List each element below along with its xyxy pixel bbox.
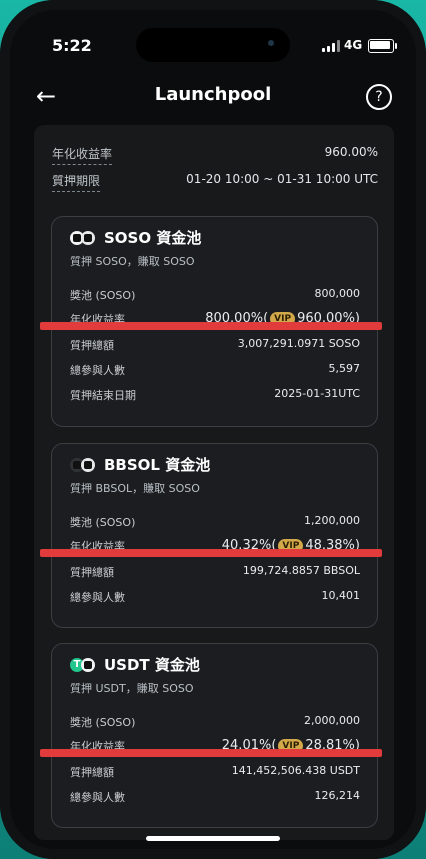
row-value: 1,200,000 (304, 514, 360, 527)
pool-token-icons: T (70, 658, 100, 674)
soso-coin-icon (81, 658, 95, 672)
row-label: 總參與人數 (70, 791, 125, 804)
dynamic-island (136, 28, 290, 62)
row-value: 141,452,506.438 USDT (231, 764, 360, 777)
battery-icon (368, 39, 397, 53)
highlight-line (40, 749, 382, 757)
row-label: 獎池 (SOSO) (70, 516, 136, 529)
row-label: 質押總額 (70, 339, 114, 352)
summary-period-value: 01-20 10:00 ~ 01-31 10:00 UTC (186, 172, 378, 186)
status-time: 5:22 (52, 36, 92, 55)
summary-apr-label: 年化收益率 (52, 145, 113, 165)
row-label: 質押總額 (70, 566, 114, 579)
status-bar: 5:22 4G (10, 10, 416, 72)
row-value: 2025-01-31UTC (274, 387, 360, 400)
pool-subtitle: 質押 SOSO，賺取 SOSO (70, 255, 195, 268)
summary-apr-value: 960.00% (324, 145, 378, 159)
launchpool-content: 年化收益率 960.00% 質押期限 01-20 10:00 ~ 01-31 1… (34, 125, 394, 840)
phone-frame: 5:22 4G ← Launchpool ? 年化收益率 960.00% 質押期… (0, 0, 426, 859)
page-title: Launchpool (154, 84, 272, 105)
summary-period-label: 質押期限 (52, 172, 101, 192)
row-value: 3,007,291.0971 SOSO (237, 337, 360, 350)
row-label: 獎池 (SOSO) (70, 289, 136, 302)
top-nav: ← Launchpool ? (10, 72, 416, 122)
highlight-line (40, 549, 382, 557)
row-value: 10,401 (321, 589, 361, 602)
pool-title: USDT 資金池 (104, 656, 200, 674)
row-label: 總參與人數 (70, 364, 125, 377)
row-value: 2,000,000 (304, 714, 360, 727)
pool-card-bbsol[interactable]: BBSOL 資金池 質押 BBSOL，賺取 SOSO 獎池 (SOSO) 1,2… (51, 443, 378, 628)
soso-coin-icon (81, 231, 95, 245)
help-icon[interactable]: ? (366, 84, 392, 110)
row-value: 199,724.8857 BBSOL (242, 564, 360, 577)
home-indicator (146, 836, 280, 841)
phone-screen: 5:22 4G ← Launchpool ? 年化收益率 960.00% 質押期… (10, 10, 416, 849)
row-label: 總參與人數 (70, 591, 125, 604)
row-label: 質押總額 (70, 766, 114, 779)
pool-title: SOSO 資金池 (104, 229, 202, 247)
row-value: 5,597 (328, 362, 361, 375)
pool-title: BBSOL 資金池 (104, 456, 211, 474)
pool-token-icons (70, 458, 100, 474)
pool-subtitle: 質押 USDT，賺取 SOSO (70, 682, 194, 695)
highlight-line (40, 322, 382, 330)
pool-card-usdt[interactable]: T USDT 資金池 質押 USDT，賺取 SOSO 獎池 (SOSO) 2,0… (51, 643, 378, 828)
row-value: 126,214 (314, 789, 361, 802)
camera-dot (268, 40, 274, 46)
row-value: 800,000 (314, 287, 361, 300)
row-label: 獎池 (SOSO) (70, 716, 136, 729)
pool-token-icons (70, 231, 100, 247)
network-type: 4G (344, 38, 363, 52)
row-label: 質押結束日期 (70, 389, 136, 402)
pool-subtitle: 質押 BBSOL，賺取 SOSO (70, 482, 200, 495)
soso-coin-icon (81, 458, 95, 472)
signal-icon (322, 40, 340, 52)
